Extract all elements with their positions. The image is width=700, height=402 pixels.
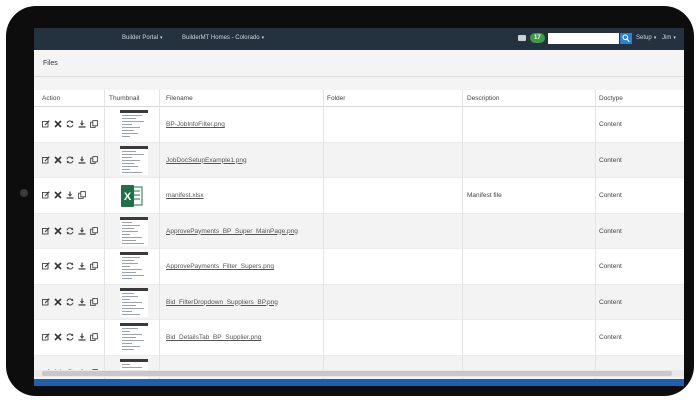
copy-icon[interactable]: [90, 333, 98, 341]
excel-file-icon[interactable]: X: [120, 184, 144, 208]
col-description[interactable]: Description: [467, 95, 500, 102]
edit-icon[interactable]: [42, 262, 50, 270]
col-folder[interactable]: Folder: [327, 95, 345, 102]
edit-icon[interactable]: [42, 191, 50, 199]
panel-divider: [34, 76, 684, 77]
table-header: Action Thumbnail Filename Folder Descrip…: [34, 90, 684, 107]
filename-link[interactable]: BP-JobInfoFilter.png: [166, 121, 225, 128]
replace-icon[interactable]: [66, 298, 74, 306]
col-action[interactable]: Action: [42, 95, 60, 102]
filename-link[interactable]: Bid_DetailsTab_BP_Supplier.png: [166, 334, 261, 341]
table-row: BP-JobInfoFilter.png Content: [34, 107, 684, 143]
doctype-cell: Content: [599, 334, 622, 341]
doctype-cell: Content: [599, 192, 622, 199]
edit-icon[interactable]: [42, 155, 50, 164]
table-row: ApprovePayments_Filter_Supers.png Content: [34, 249, 684, 285]
delete-icon[interactable]: [54, 297, 62, 306]
file-thumbnail[interactable]: [120, 145, 148, 175]
doctype-cell: Content: [599, 263, 622, 270]
search-input[interactable]: [548, 33, 619, 44]
column-divider: [462, 90, 463, 386]
svg-text:X: X: [124, 191, 132, 203]
edit-icon[interactable]: [42, 297, 50, 306]
column-divider: [104, 90, 105, 386]
copy-icon[interactable]: [90, 226, 98, 235]
table-row: Bid_DetailsTab_BP_Supplier.png Content: [34, 320, 684, 356]
download-icon[interactable]: [78, 156, 86, 164]
file-thumbnail[interactable]: [120, 323, 148, 352]
table-row: JobDocSetupExample1.png Content: [34, 142, 684, 178]
filename-link[interactable]: ApprovePayments_BP_Super_MainPage.png: [166, 228, 298, 235]
delete-icon[interactable]: [54, 262, 62, 270]
delete-icon[interactable]: [54, 226, 62, 235]
notification-badge[interactable]: 17: [530, 33, 545, 43]
builder-portal-menu[interactable]: Builder Portal ▾: [122, 35, 163, 41]
column-divider: [323, 90, 324, 386]
edit-icon[interactable]: [42, 226, 50, 235]
download-icon[interactable]: [78, 298, 86, 306]
copy-icon[interactable]: [78, 191, 86, 199]
file-thumbnail[interactable]: [120, 287, 148, 317]
replace-icon[interactable]: [66, 262, 74, 270]
files-panel-header: Files: [34, 50, 684, 91]
download-icon[interactable]: [78, 120, 86, 128]
doctype-cell: Content: [599, 298, 622, 306]
edit-icon[interactable]: [42, 120, 50, 128]
copy-icon[interactable]: [90, 262, 98, 270]
tablet-camera: [20, 189, 28, 197]
filename-link[interactable]: JobDocSetupExample1.png: [166, 157, 247, 164]
col-thumbnail[interactable]: Thumbnail: [109, 95, 139, 102]
doctype-cell: Content: [599, 156, 622, 164]
table-row: Bid_FilterDropdown_Suppliers_BP.png Conte…: [34, 284, 684, 320]
mail-icon[interactable]: [518, 35, 526, 41]
download-icon[interactable]: [78, 262, 86, 270]
download-icon[interactable]: [78, 227, 86, 235]
filename-link[interactable]: manifest.xlsx: [166, 192, 204, 199]
search-button[interactable]: [620, 33, 632, 44]
delete-icon[interactable]: [54, 155, 62, 164]
user-menu[interactable]: Jim ▾: [662, 35, 676, 41]
files-title: Files: [43, 60, 58, 67]
delete-icon[interactable]: [54, 191, 62, 199]
delete-icon[interactable]: [54, 120, 62, 128]
replace-icon[interactable]: [66, 227, 74, 235]
filename-link[interactable]: ApprovePayments_Filter_Supers.png: [166, 263, 274, 270]
app-screen: Builder Portal ▾ BuilderMT Homes - Colora…: [34, 28, 684, 386]
copy-icon[interactable]: [90, 297, 98, 306]
col-filename[interactable]: Filename: [166, 95, 193, 102]
doctype-cell: Content: [599, 227, 622, 235]
download-icon[interactable]: [78, 333, 86, 341]
replace-icon[interactable]: [66, 120, 74, 128]
copy-icon[interactable]: [90, 155, 98, 164]
col-doctype[interactable]: Doctype: [599, 95, 623, 102]
edit-icon[interactable]: [42, 333, 50, 341]
horizontal-scrollbar[interactable]: [34, 370, 684, 377]
top-navbar: Builder Portal ▾ BuilderMT Homes - Colora…: [34, 28, 684, 50]
tablet-frame: Builder Portal ▾ BuilderMT Homes - Colora…: [6, 6, 694, 396]
files-table: Action Thumbnail Filename Folder Descrip…: [34, 90, 684, 386]
delete-icon[interactable]: [54, 333, 62, 341]
file-thumbnail[interactable]: [120, 252, 148, 281]
download-icon[interactable]: [66, 191, 74, 199]
scrollbar-thumb[interactable]: [42, 371, 672, 376]
copy-icon[interactable]: [90, 120, 98, 128]
column-divider: [595, 90, 596, 386]
doctype-cell: Content: [599, 121, 622, 128]
replace-icon[interactable]: [66, 156, 74, 164]
file-thumbnail[interactable]: [120, 216, 148, 246]
column-divider: [159, 90, 160, 386]
setup-menu[interactable]: Setup ▾: [636, 35, 656, 41]
file-thumbnail[interactable]: [120, 110, 148, 139]
replace-icon[interactable]: [66, 333, 74, 341]
search-icon: [622, 34, 630, 43]
filename-link[interactable]: Bid_FilterDropdown_Suppliers_BP.png: [166, 299, 278, 306]
table-row: ApprovePayments_BP_Super_MainPage.png Con…: [34, 213, 684, 249]
bottom-status-bar: [34, 379, 684, 386]
table-row: Xmanifest.xlsx Manifest file Content: [34, 178, 684, 214]
company-menu[interactable]: BuilderMT Homes - Colorado ▾: [182, 35, 264, 41]
description-cell: Manifest file: [467, 192, 502, 199]
